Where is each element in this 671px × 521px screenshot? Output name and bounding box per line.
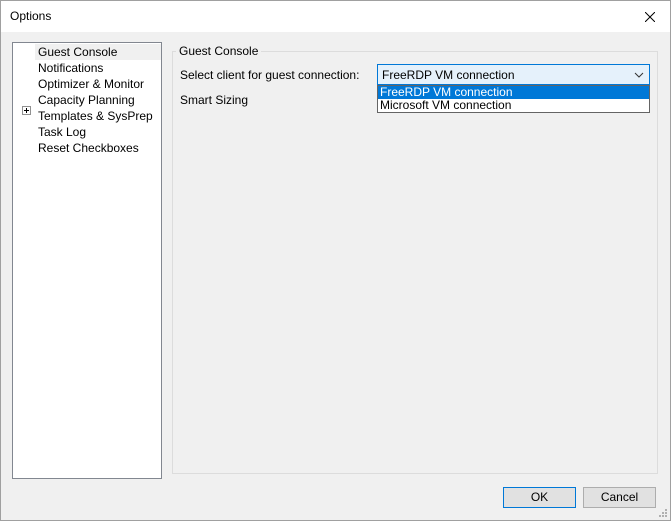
plus-expander-icon[interactable]: [22, 106, 31, 115]
tree-item-optimizer-monitor[interactable]: Optimizer & Monitor: [38, 76, 144, 92]
guest-console-group: [172, 51, 658, 474]
smart-sizing-label: Smart Sizing: [180, 93, 249, 107]
tree-item-label: Templates & SysPrep: [38, 109, 153, 123]
chevron-down-icon: [634, 72, 644, 78]
options-dialog: Options Guest Console Notifications Opti…: [0, 0, 671, 521]
resize-grip-icon[interactable]: [656, 506, 668, 518]
tree-item-label: Capacity Planning: [38, 93, 135, 107]
tree-item-capacity-planning[interactable]: Capacity Planning: [38, 92, 135, 108]
tree-item-notifications[interactable]: Notifications: [38, 60, 103, 76]
title-bar: Options: [1, 1, 670, 32]
window-title: Options: [10, 9, 52, 23]
tree-item-reset-checkboxes[interactable]: Reset Checkboxes: [38, 140, 139, 156]
client-dropdown-list[interactable]: FreeRDP VM connection Microsoft VM conne…: [377, 85, 650, 113]
tree-item-label: Reset Checkboxes: [38, 141, 139, 155]
options-tree[interactable]: Guest Console Notifications Optimizer & …: [12, 42, 162, 479]
client-select[interactable]: FreeRDP VM connection: [377, 64, 650, 85]
tree-item-label: Guest Console: [38, 45, 118, 59]
client-label: Select client for guest connection:: [180, 68, 360, 82]
group-title: Guest Console: [176, 44, 262, 58]
tree-item-guest-console[interactable]: Guest Console: [35, 44, 161, 60]
close-button[interactable]: [630, 1, 670, 32]
tree-item-templates-sysprep[interactable]: Templates & SysPrep: [38, 108, 153, 124]
cancel-button[interactable]: Cancel: [583, 487, 656, 508]
ok-button[interactable]: OK: [503, 487, 576, 508]
tree-item-label: Optimizer & Monitor: [38, 77, 145, 91]
client-select-value: FreeRDP VM connection: [382, 68, 515, 82]
close-icon: [645, 11, 655, 22]
dropdown-option-microsoft[interactable]: Microsoft VM connection: [378, 99, 649, 112]
tree-item-label: Notifications: [38, 61, 104, 75]
tree-item-label: Task Log: [38, 125, 87, 139]
tree-item-task-log[interactable]: Task Log: [38, 124, 86, 140]
